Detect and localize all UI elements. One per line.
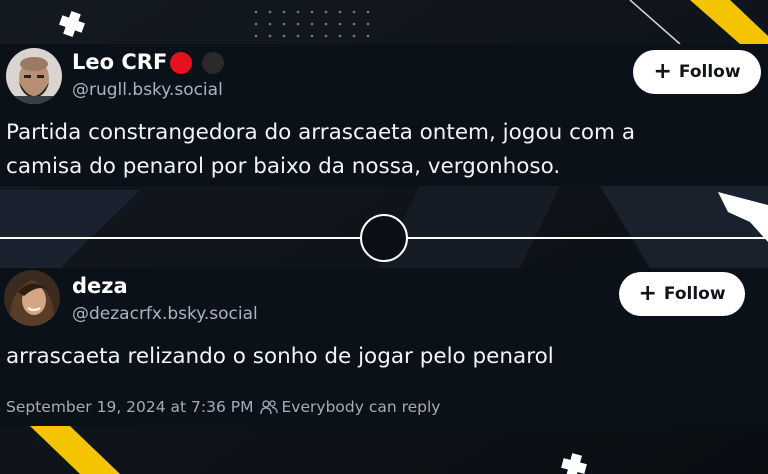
user-handle[interactable]: @rugll.bsky.social <box>72 80 223 100</box>
reply-setting[interactable]: Everybody can reply <box>282 398 441 416</box>
post-timestamp[interactable]: September 19, 2024 at 7:36 PM <box>6 398 254 416</box>
post-card: Leo CRF @rugll.bsky.social + Follow Part… <box>0 44 768 186</box>
post-text: Partida constrangedora do arrascaeta ont… <box>6 116 635 184</box>
display-name[interactable]: Leo CRF <box>72 50 167 74</box>
follow-label: Follow <box>663 284 726 304</box>
plus-icon: + <box>638 280 657 306</box>
display-name[interactable]: deza <box>72 274 128 298</box>
black-circle-icon <box>202 52 224 74</box>
avatar[interactable] <box>4 270 60 326</box>
post-text: arrascaeta relizando o sonho de jogar pe… <box>6 340 554 374</box>
post-card: deza @dezacrfx.bsky.social + Follow arra… <box>0 268 768 426</box>
user-handle[interactable]: @dezacrfx.bsky.social <box>72 304 258 324</box>
post-text-line: camisa do penarol por baixo da nossa, ve… <box>6 154 561 179</box>
follow-button[interactable]: + Follow <box>633 50 761 94</box>
avatar[interactable] <box>6 48 62 104</box>
post-text-line: arrascaeta relizando o sonho de jogar pe… <box>6 344 554 369</box>
plus-icon: + <box>653 58 672 84</box>
people-icon <box>259 399 278 415</box>
follow-label: Follow <box>678 62 741 82</box>
post-meta: September 19, 2024 at 7:36 PM Everybody … <box>6 398 440 416</box>
follow-button[interactable]: + Follow <box>619 272 745 316</box>
red-circle-icon <box>170 52 192 74</box>
field-center-circle <box>360 214 408 262</box>
post-text-line: Partida constrangedora do arrascaeta ont… <box>6 120 635 145</box>
